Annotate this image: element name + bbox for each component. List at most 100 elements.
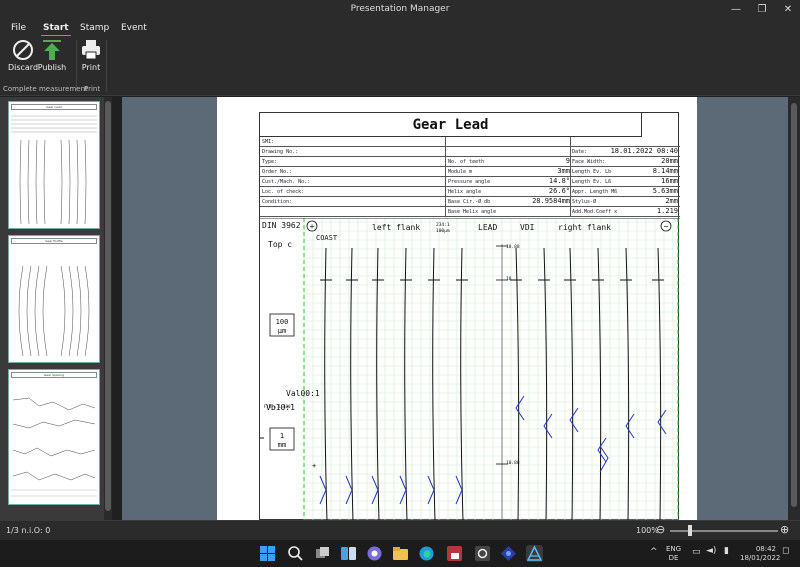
tray-chevron-icon[interactable]: ^	[650, 547, 658, 557]
search-icon[interactable]	[287, 545, 304, 562]
tick-low-label: 10.88	[506, 460, 520, 466]
report-field-c3: Length Ev. Lß	[572, 179, 612, 185]
report-field-v3: 8.14mm	[652, 167, 678, 175]
language-code: ENG	[666, 545, 682, 553]
zoom-slider[interactable]	[670, 530, 778, 532]
publish-button[interactable]: Publish	[35, 36, 69, 76]
report-info-row: Type: No. of teeth 9 Face Width: 20mm	[260, 157, 680, 167]
volume-icon[interactable]: ◄)	[706, 546, 716, 556]
plus-marker: +	[312, 462, 316, 470]
report-title: Gear Lead	[260, 113, 642, 137]
thumbnail-panel: Gear Lead Gear Profile Gear Spacing	[0, 97, 112, 520]
chat-icon[interactable]	[366, 545, 383, 562]
lead-chart-canvas: DIN 3962Top cCOASTleft flank 234:1100μm LE…	[236, 217, 680, 522]
app-icon-diamond[interactable]	[500, 545, 517, 562]
report-field-c2: No. of teeth	[448, 159, 485, 165]
mm-box-value: 1	[280, 432, 284, 440]
report-info-row: SMI:	[260, 137, 680, 147]
edge-browser-icon[interactable]	[418, 545, 435, 562]
thumbnail-title: Gear Spacing	[11, 372, 97, 378]
language-indicator[interactable]: ENG DE	[666, 545, 681, 563]
thumbnail-page-2[interactable]: Gear Profile	[8, 235, 100, 363]
widgets-icon[interactable]	[340, 545, 357, 562]
left-flank-deviation-mark	[319, 475, 327, 505]
document-page: Gear Lead SMI: Drawing No.: Date: 18.01.202…	[217, 97, 697, 522]
network-icon[interactable]: ▭	[692, 547, 701, 557]
maximize-icon[interactable]: ❐	[750, 2, 774, 18]
document-scrollbar[interactable]	[788, 97, 800, 520]
din-label: DIN 3962	[262, 221, 301, 230]
report-field-c1: Order No.:	[262, 169, 293, 175]
report-field-c1: Loc. of check:	[262, 189, 305, 195]
report-info-row: Order No.: Module m 3mm Length Ev. Lb 8.14mm	[260, 167, 680, 177]
printer-icon	[80, 39, 102, 61]
report-info-row: Cust./Mach. No.: Pressure angle 14.8° Lengt…	[260, 177, 680, 187]
close-icon[interactable]: ✕	[776, 2, 800, 18]
report-field-v3: 20mm	[661, 157, 678, 165]
report-field-c3: Appr. Length Mß	[572, 189, 618, 195]
file-explorer-icon[interactable]	[392, 545, 409, 562]
report-field-c3: Date:	[572, 149, 588, 155]
print-label: Print	[81, 63, 101, 72]
document-viewer: Gear Lead SMI: Drawing No.: Date: 18.01.202…	[122, 97, 800, 522]
minimize-icon[interactable]: —	[724, 2, 748, 18]
report-field-c2: Base Helix angle	[448, 209, 497, 215]
right-flank-deviation-mark	[625, 413, 635, 439]
thumbnail-title: Gear Lead	[11, 104, 97, 110]
right-flank-lead-curve	[569, 247, 574, 522]
ribbon: Discard Publish Print Complete measureme…	[0, 36, 800, 96]
report-field-v2: 28.9584mm	[532, 197, 570, 205]
report-field-v3: 5.63mm	[652, 187, 678, 195]
clock[interactable]: 08:42 18/01/2022	[740, 545, 780, 563]
window-title: Presentation Manager	[350, 4, 450, 14]
windows-start-icon[interactable]	[259, 545, 276, 562]
plus-sign: +	[310, 222, 315, 231]
app-icon-red[interactable]	[446, 545, 463, 562]
left-flank-deviation-mark	[427, 475, 435, 505]
clock-time: 08:42	[755, 545, 776, 553]
scale-box-value: 100	[276, 318, 289, 326]
report-info-row: Loc. of check: Helix angle 26.6° Appr. Leng…	[260, 187, 680, 197]
right-flank-lead-curve	[657, 247, 662, 522]
coast-label: COAST	[316, 234, 338, 242]
report-field-c2: Pressure angle	[448, 179, 491, 185]
right-flank-lead-curve	[543, 247, 548, 522]
presentation-manager-icon[interactable]	[526, 545, 543, 562]
report-info-row: Drawing No.: Date: 18.01.2022 08:40	[260, 147, 680, 157]
ribbon-separator	[106, 40, 107, 92]
report-field-c2: Module m	[448, 169, 473, 175]
report-field-c2: Helix angle	[448, 189, 482, 195]
top-label: Top c	[268, 240, 292, 249]
task-view-icon[interactable]	[314, 545, 331, 562]
menu-bar: File Start Stamp Event	[0, 20, 800, 37]
publish-icon	[41, 39, 63, 61]
menu-file[interactable]: File	[11, 23, 26, 33]
report-info-row: Condition: Base Cir.-Ø db 28.9584mm Stylus-…	[260, 197, 680, 207]
thumbnail-scrollbar[interactable]	[104, 97, 112, 520]
right-flank-lead-curve	[597, 247, 602, 522]
right-flank-label: right flank	[558, 223, 611, 232]
report-field-c1: Type:	[262, 159, 278, 165]
print-button[interactable]: Print	[74, 36, 108, 76]
symbol-value-1: 234:1	[436, 222, 450, 228]
thumbnail-page-3[interactable]: Gear Spacing	[8, 369, 100, 505]
menu-start[interactable]: Start	[41, 23, 71, 37]
report-field-c1: Cust./Mach. No.:	[262, 179, 311, 185]
report-field-v2: 26.6°	[548, 187, 570, 195]
vdi-label: VDI	[520, 223, 535, 232]
report-field-v2: 3mm	[557, 167, 570, 175]
zoom-out-icon[interactable]: ⊖	[656, 523, 665, 536]
menu-stamp[interactable]: Stamp	[80, 23, 109, 33]
app-icon-gear[interactable]	[474, 545, 491, 562]
report-sheet: Gear Lead SMI: Drawing No.: Date: 18.01.202…	[236, 112, 680, 522]
zoom-slider-thumb[interactable]	[688, 525, 692, 536]
thumbnail-preview	[11, 115, 97, 225]
menu-event[interactable]: Event	[121, 23, 147, 33]
thumbnail-page-1[interactable]: Gear Lead	[8, 101, 100, 229]
battery-icon[interactable]: ▮	[724, 546, 729, 556]
scale-box-unit: μm	[278, 327, 286, 335]
zoom-in-icon[interactable]: ⊕	[780, 523, 789, 536]
notification-icon[interactable]: ◻	[782, 546, 789, 556]
discard-icon	[12, 39, 34, 61]
report-field-c3: Face Width:	[572, 159, 606, 165]
